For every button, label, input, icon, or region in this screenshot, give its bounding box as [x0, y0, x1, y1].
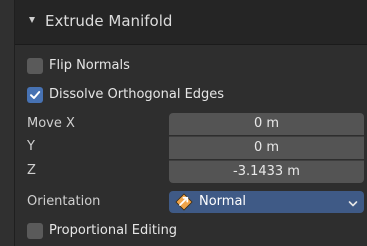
move-z-label: Z: [27, 163, 36, 178]
dissolve-orthogonal-row[interactable]: Dissolve Orthogonal Edges: [15, 84, 367, 106]
flip-normals-label: Flip Normals: [49, 58, 130, 73]
flip-normals-row[interactable]: Flip Normals: [15, 55, 367, 77]
checkmark-icon: [30, 91, 41, 99]
proportional-editing-row[interactable]: Proportional Editing: [15, 220, 367, 242]
orientation-label: Orientation: [27, 194, 101, 209]
panel-title: Extrude Manifold: [45, 12, 173, 30]
panel-header[interactable]: Extrude Manifold: [15, 0, 367, 45]
move-x-label: Move X: [27, 116, 75, 131]
move-y-row: Y 0 m: [15, 136, 367, 159]
orientation-normal-icon: [174, 192, 194, 216]
orientation-dropdown[interactable]: Normal: [169, 191, 364, 213]
chevron-down-icon: [348, 197, 358, 212]
move-x-field[interactable]: 0 m: [169, 113, 364, 135]
dissolve-orthogonal-checkbox[interactable]: [27, 87, 43, 103]
move-x-row: Move X 0 m: [15, 113, 367, 135]
move-z-field[interactable]: -3.1433 m: [169, 160, 364, 183]
proportional-editing-label: Proportional Editing: [49, 223, 178, 238]
window-frame: Extrude Manifold Flip Normals Dissolve O…: [0, 0, 367, 246]
collapse-triangle-icon[interactable]: [29, 17, 35, 23]
move-z-row: Z -3.1433 m: [15, 160, 367, 183]
orientation-row: Orientation Normal: [15, 191, 367, 213]
proportional-editing-checkbox[interactable]: [27, 223, 43, 239]
dissolve-orthogonal-label: Dissolve Orthogonal Edges: [49, 87, 225, 102]
flip-normals-checkbox[interactable]: [27, 58, 43, 74]
orientation-value: Normal: [199, 194, 247, 209]
move-y-label: Y: [27, 139, 35, 154]
move-y-field[interactable]: 0 m: [169, 136, 364, 159]
operator-panel: Extrude Manifold Flip Normals Dissolve O…: [14, 0, 367, 246]
